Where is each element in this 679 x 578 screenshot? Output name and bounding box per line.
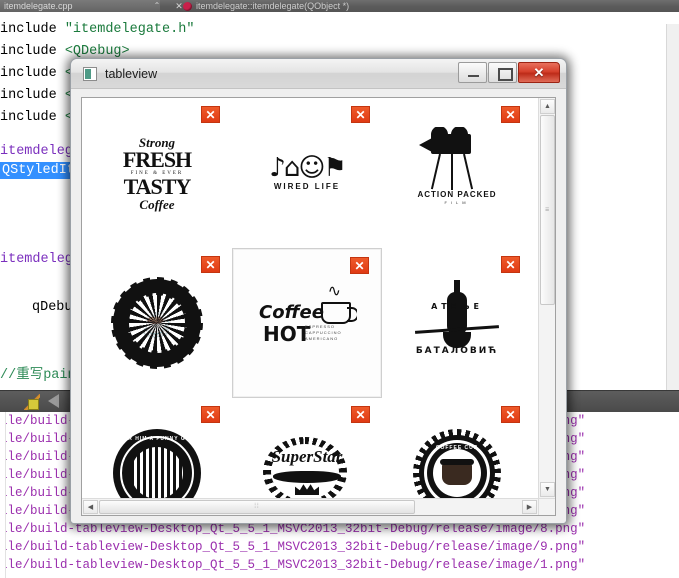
editor-tab-itemdelegate[interactable]: itemdelegate.cpp: [0, 0, 160, 12]
scroll-up-icon[interactable]: ▲: [540, 99, 555, 114]
logo-glyphs: ♪⌂☺⚑: [269, 153, 347, 183]
tripod-leg-icon: [463, 153, 474, 190]
delete-button[interactable]: ✕: [501, 256, 520, 273]
code-line: include <QDebug>: [0, 44, 130, 59]
logo-caption: WIRED LIFE: [273, 182, 341, 191]
logo-subcaption: FILM: [444, 200, 470, 205]
chevron-up-icon[interactable]: ⌃: [150, 0, 164, 12]
logo-text-line: COFFEE CUP: [435, 445, 479, 451]
maximize-button[interactable]: [488, 62, 517, 83]
window-titlebar[interactable]: tableview ✕: [71, 59, 566, 89]
close-button[interactable]: ✕: [518, 62, 560, 83]
table-cell[interactable]: ✕ Strong FRESH FINE & EVER TASTY Coffee: [82, 98, 232, 248]
symbol-combo[interactable]: itemdelegate::itemdelegate(QObject *): [196, 0, 666, 12]
editor-tab-label: itemdelegate.cpp: [4, 1, 73, 11]
gear-ring-icon: [111, 277, 203, 369]
logo-text-line: БАТАЛОВИЋ: [415, 346, 499, 356]
swoosh-icon: [273, 471, 341, 483]
logo-text-line: FOR HIM A FUNNY GUY: [119, 436, 195, 442]
steam-icon: ∿: [327, 283, 341, 300]
table-cell[interactable]: ✕ ♪⌂☺⚑ WIRED LIFE: [232, 98, 382, 248]
barber-seal-logo: FOR HIM A FUNNY GUY BARBERS HAIR SHOP: [107, 427, 207, 498]
tripod-leg-icon: [430, 153, 441, 190]
delete-button[interactable]: ✕: [501, 106, 520, 123]
logo-text-line: SuperStar: [271, 447, 343, 466]
table-horizontal-scrollbar[interactable]: ◀ ⦙⦙ ▶: [82, 498, 538, 515]
table-cell[interactable]: ✕ ACTION PACKED FILM: [382, 98, 532, 248]
coffee-quality-seal-logo: COFFEE CUP PREMIUM QUALITY: [407, 427, 507, 498]
violin-atelier-logo: АТЕЉЕ БАТАЛОВИЋ: [407, 277, 507, 369]
tableview-window[interactable]: tableview ✕ ✕ Strong FRESH FINE & EVER T…: [70, 58, 567, 524]
output-line: ile/build-tableview-Desktop_Qt_5_5_1_MSV…: [0, 522, 586, 536]
scroll-left-icon[interactable]: ◀: [83, 500, 98, 514]
delete-button[interactable]: ✕: [351, 106, 370, 123]
logo-text-line: TASTY: [123, 173, 192, 199]
coffee-hot-logo: Coffee HOT ESPRESSO CAPPUCCINO AMERICANO…: [257, 277, 357, 369]
delete-button[interactable]: ✕: [351, 406, 370, 423]
table-cell[interactable]: ✕ АТЕЉЕ БАТАЛОВИЋ: [382, 248, 532, 398]
scroll-grip-icon: ≡: [544, 206, 551, 214]
output-line: ile/build-tableview-Desktop_Qt_5_5_1_MSV…: [0, 540, 586, 554]
action-packed-camera-logo: ACTION PACKED FILM: [407, 127, 507, 219]
table-cell[interactable]: ✕ COFFEE CUP: [382, 398, 532, 498]
screen-root: itemdelegate.cpp ⌃ ✕ itemdelegate::itemd…: [0, 0, 679, 578]
delete-button[interactable]: ✕: [350, 257, 369, 274]
scroll-right-icon[interactable]: ▶: [522, 500, 537, 514]
back-arrow-icon[interactable]: [48, 394, 59, 408]
editor-vertical-scrollbar[interactable]: [666, 24, 679, 402]
delete-button[interactable]: ✕: [201, 256, 220, 273]
logo-text-line: Coffee: [259, 302, 324, 323]
delete-button[interactable]: ✕: [201, 106, 220, 123]
mug-icon: [321, 302, 357, 324]
camera-lens-icon: [419, 138, 432, 152]
table-cell[interactable]: ✕ FOR HIM A FUNNY GUY BARBERS HAIR SHOP: [82, 398, 232, 498]
code-line: include "itemdelegate.h": [0, 22, 195, 37]
window-client-area: ✕ Strong FRESH FINE & EVER TASTY Coffee: [71, 89, 566, 523]
window-title: tableview: [105, 67, 158, 81]
coffee-cup-lid-icon: [440, 459, 474, 465]
wired-life-logo: ♪⌂☺⚑ WIRED LIFE: [257, 127, 357, 219]
fresh-tasty-coffee-logo: Strong FRESH FINE & EVER TASTY Coffee: [107, 127, 207, 219]
output-left-margin: [0, 412, 6, 578]
logo-text-line: HOT: [263, 322, 311, 346]
ide-tab-bar: itemdelegate.cpp ⌃ ✕ itemdelegate::itemd…: [0, 0, 679, 12]
tripod-leg-icon: [451, 154, 453, 190]
breakpoint-dot-icon: [183, 2, 192, 11]
run-icon[interactable]: [24, 394, 40, 410]
logo-text-line: FRESH: [122, 146, 192, 172]
table-viewport[interactable]: ✕ Strong FRESH FINE & EVER TASTY Coffee: [82, 98, 538, 498]
table-cell-selected[interactable]: ✕ Coffee HOT ESPRESSO CAPPUCCINO AMERICA…: [232, 248, 382, 398]
seal-core: [131, 447, 183, 498]
logo-caption: ACTION PACKED: [417, 190, 497, 199]
table-cell[interactable]: ✕ ☕: [82, 248, 232, 398]
delete-button[interactable]: ✕: [201, 406, 220, 423]
scroll-down-icon[interactable]: ▼: [540, 482, 555, 497]
output-line: ile/build-tableview-Desktop_Qt_5_5_1_MSV…: [0, 558, 586, 572]
scroll-grip-icon: ⦙⦙: [254, 503, 260, 510]
camera-body-icon: [431, 134, 471, 154]
delete-button[interactable]: ✕: [501, 406, 520, 423]
logo-text-line: АТЕЉЕ: [431, 302, 483, 311]
logo-text-line: Coffee: [139, 196, 175, 212]
app-icon: [83, 67, 97, 81]
table-cell[interactable]: ✕ SuperStar: [232, 398, 382, 498]
table-view[interactable]: ✕ Strong FRESH FINE & EVER TASTY Coffee: [81, 97, 556, 516]
coffee-cup-badge-logo: ☕: [107, 277, 207, 369]
coffee-cup-icon: [442, 463, 472, 485]
table-vertical-scrollbar[interactable]: ▲ ≡ ▼: [538, 98, 555, 498]
minimize-button[interactable]: [458, 62, 487, 83]
logo-subcaption: ESPRESSO CAPPUCCINO AMERICANO: [305, 324, 342, 341]
superstar-logo: SuperStar: [257, 427, 357, 498]
vertical-scroll-thumb[interactable]: ≡: [540, 115, 555, 305]
horizontal-scroll-thumb[interactable]: ⦙⦙: [99, 500, 415, 514]
window-controls: ✕: [457, 62, 560, 83]
scrollbar-corner: [538, 498, 555, 515]
barcode-pattern-icon: [131, 447, 183, 498]
